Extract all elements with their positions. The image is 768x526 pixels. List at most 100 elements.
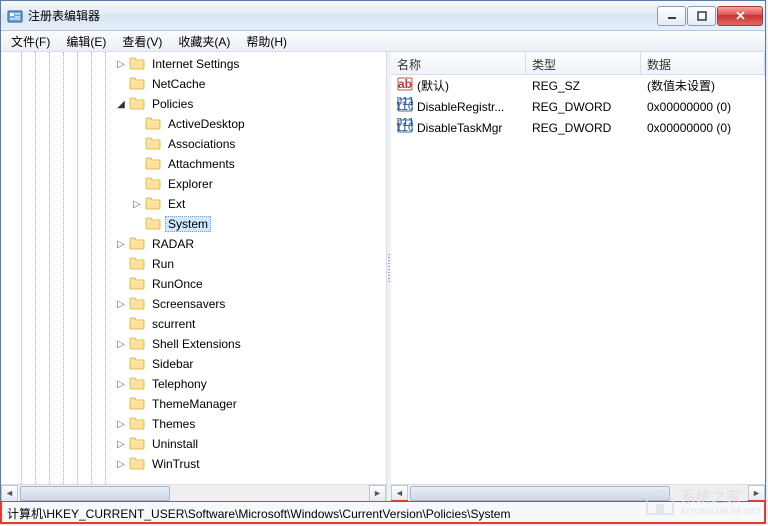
tree-item[interactable]: NetCache	[1, 74, 386, 94]
tree-item[interactable]: RunOnce	[1, 274, 386, 294]
tree-item-label: Attachments	[165, 156, 238, 172]
tree-item-label: Screensavers	[149, 296, 228, 312]
splitter[interactable]	[387, 52, 391, 501]
titlebar[interactable]: 注册表编辑器	[1, 1, 765, 31]
string-value-icon: ab	[397, 76, 413, 95]
column-name[interactable]: 名称	[391, 52, 526, 74]
close-button[interactable]	[717, 6, 763, 26]
registry-editor-window: 注册表编辑器 文件(F) 编辑(E) 查看(V) 收藏夹(A) 帮助(H)	[0, 0, 766, 524]
tree-item-label: Telephony	[149, 376, 210, 392]
list-header: 名称 类型 数据	[391, 52, 765, 75]
tree-item[interactable]: ▷ Themes	[1, 414, 386, 434]
expander-empty	[129, 176, 145, 192]
tree-item[interactable]: Run	[1, 254, 386, 274]
expand-icon[interactable]: ▷	[113, 236, 129, 252]
tree-item-label: Internet Settings	[149, 56, 242, 72]
expander-empty	[129, 136, 145, 152]
value-type: REG_SZ	[526, 79, 641, 93]
column-data[interactable]: 数据	[641, 52, 765, 74]
tree-item[interactable]: ThemeManager	[1, 394, 386, 414]
menu-view[interactable]: 查看(V)	[114, 31, 170, 52]
scroll-thumb[interactable]	[20, 486, 170, 501]
scroll-track[interactable]	[18, 485, 369, 502]
tree-item[interactable]: Associations	[1, 134, 386, 154]
value-name: (默认)	[417, 77, 449, 94]
tree-item[interactable]: Sidebar	[1, 354, 386, 374]
tree-item[interactable]: ▷WinTrust	[1, 454, 386, 474]
expand-icon[interactable]: ▷	[113, 56, 129, 72]
scroll-track[interactable]	[408, 485, 748, 502]
folder-icon	[129, 256, 149, 273]
tree-item[interactable]: Attachments	[1, 154, 386, 174]
menu-edit[interactable]: 编辑(E)	[58, 31, 114, 52]
tree-item-label: Shell Extensions	[149, 336, 244, 352]
collapse-icon[interactable]: ◢	[113, 96, 129, 112]
folder-icon	[129, 416, 149, 433]
menu-favorites[interactable]: 收藏夹(A)	[170, 31, 238, 52]
tree-item[interactable]: scurrent	[1, 314, 386, 334]
tree-item-label: Ext	[165, 196, 188, 212]
column-type[interactable]: 类型	[526, 52, 641, 74]
folder-icon	[129, 396, 149, 413]
tree-hscroll[interactable]: ◄ ►	[1, 484, 386, 501]
expand-icon[interactable]: ▷	[113, 296, 129, 312]
folder-icon	[129, 336, 149, 353]
tree-item-label: Policies	[149, 96, 196, 112]
expander-empty	[113, 256, 129, 272]
scroll-right-button[interactable]: ►	[369, 485, 386, 502]
expand-icon[interactable]: ▷	[113, 436, 129, 452]
expand-icon[interactable]: ▷	[113, 376, 129, 392]
scroll-left-button[interactable]: ◄	[1, 485, 18, 502]
folder-icon	[145, 216, 165, 233]
expander-empty	[113, 356, 129, 372]
tree-item[interactable]: Explorer	[1, 174, 386, 194]
value-data: 0x00000000 (0)	[641, 121, 765, 135]
tree-item[interactable]: ▷ Internet Settings	[1, 54, 386, 74]
tree-item[interactable]: ▷ Screensavers	[1, 294, 386, 314]
tree-item-label: System	[165, 216, 211, 232]
value-type: REG_DWORD	[526, 121, 641, 135]
status-path: 计算机\HKEY_CURRENT_USER\Software\Microsoft…	[7, 507, 510, 521]
scroll-thumb[interactable]	[410, 486, 670, 501]
menu-file[interactable]: 文件(F)	[3, 31, 58, 52]
expand-icon[interactable]: ▷	[129, 196, 145, 212]
list-hscroll[interactable]: ◄ ►	[391, 484, 765, 501]
list-row[interactable]: 011110DisableRegistr...REG_DWORD0x000000…	[391, 96, 765, 117]
expand-icon[interactable]: ▷	[113, 336, 129, 352]
tree-item-label: Themes	[149, 416, 198, 432]
scroll-left-button[interactable]: ◄	[391, 485, 408, 502]
folder-icon	[129, 96, 149, 113]
tree-item[interactable]: ▷ Shell Extensions	[1, 334, 386, 354]
scroll-right-button[interactable]: ►	[748, 485, 765, 502]
list-body[interactable]: ab(默认)REG_SZ(数值未设置)011110DisableRegistr.…	[391, 75, 765, 484]
tree-item[interactable]: ActiveDesktop	[1, 114, 386, 134]
tree-item-label: ActiveDesktop	[165, 116, 248, 132]
maximize-button[interactable]	[687, 6, 716, 26]
folder-icon	[129, 56, 149, 73]
value-name: DisableTaskMgr	[417, 121, 502, 135]
minimize-button[interactable]	[657, 6, 686, 26]
expand-icon[interactable]: ▷	[113, 416, 129, 432]
folder-icon	[129, 376, 149, 393]
tree-item[interactable]: ▷RADAR	[1, 234, 386, 254]
expand-icon[interactable]: ▷	[113, 456, 129, 472]
tree-item[interactable]: ◢ Policies	[1, 94, 386, 114]
svg-text:110: 110	[397, 99, 413, 113]
tree-scroll[interactable]: ▷ Internet Settings NetCache ◢ Policies Activ…	[1, 52, 386, 484]
tree-item[interactable]: ▷ Telephony	[1, 374, 386, 394]
value-type: REG_DWORD	[526, 100, 641, 114]
menu-help[interactable]: 帮助(H)	[238, 31, 295, 52]
list-row[interactable]: 011110DisableTaskMgrREG_DWORD0x00000000 …	[391, 117, 765, 138]
tree-item-label: Explorer	[165, 176, 216, 192]
tree-item[interactable]: ▷ Ext	[1, 194, 386, 214]
content-area: ▷ Internet Settings NetCache ◢ Policies Activ…	[1, 52, 765, 501]
tree-item[interactable]: ▷ Uninstall	[1, 434, 386, 454]
tree-item[interactable]: System	[1, 214, 386, 234]
folder-icon	[129, 236, 149, 253]
list-row[interactable]: ab(默认)REG_SZ(数值未设置)	[391, 75, 765, 96]
tree-item-label: Uninstall	[149, 436, 201, 452]
tree-item-label: ThemeManager	[149, 396, 240, 412]
folder-icon	[129, 436, 149, 453]
expander-empty	[129, 216, 145, 232]
folder-icon	[145, 116, 165, 133]
